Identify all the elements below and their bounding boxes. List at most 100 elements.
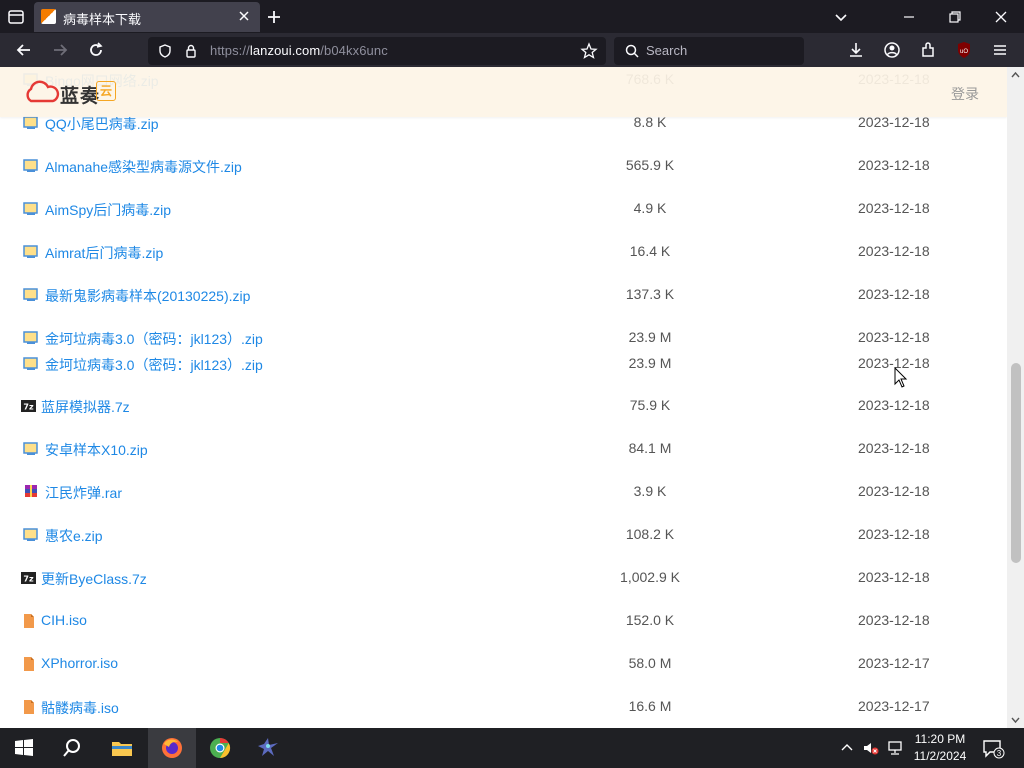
active-tab[interactable]: 病毒样本下载 (34, 2, 260, 32)
file-size: 108.2 K (625, 526, 675, 542)
file-size: 23.9 M (628, 355, 672, 371)
app-bird-icon[interactable] (256, 736, 280, 760)
file-row: XPhorror.iso 58.0 M 2023-12-17 (0, 649, 1007, 679)
reload-icon[interactable] (86, 40, 106, 60)
file-name-link[interactable]: 蓝屏模拟器.7z (41, 397, 130, 417)
file-name-link[interactable]: QQ小尾巴病毒.zip (45, 114, 159, 134)
file-name-link[interactable]: XPhorror.iso (41, 655, 118, 671)
back-icon[interactable] (14, 40, 34, 60)
browser-tab-bar: 病毒样本下载 (0, 0, 1024, 33)
file-row: Almanahe感染型病毒源文件.zip 565.9 K 2023-12-18 (0, 151, 1007, 181)
file-name-link[interactable]: 安卓样本X10.zip (45, 440, 148, 460)
zip-file-icon (23, 116, 38, 129)
file-name-link[interactable]: Aimrat后门病毒.zip (45, 243, 163, 263)
tab-list-icon[interactable] (6, 7, 26, 27)
file-name-link[interactable]: 金坷垃病毒3.0（密码：jkl123）.zip (45, 355, 263, 375)
scroll-thumb[interactable] (1011, 363, 1021, 563)
chrome-icon[interactable] (208, 736, 232, 760)
taskbar-search-icon[interactable] (60, 736, 84, 760)
mouse-cursor-icon (894, 367, 908, 388)
search-bar[interactable]: Search (614, 37, 804, 65)
file-name-link[interactable]: 金坷垃病毒3.0（密码：jkl123）.zip (45, 329, 263, 349)
login-link[interactable]: 登录 (951, 84, 979, 104)
url-bar[interactable]: https://lanzoui.com/b04kx6unc (148, 37, 606, 65)
file-row: 7z 更新ByeClass.7z 1,002.9 K 2023-12-18 (0, 563, 1007, 593)
page-scrollbar[interactable] (1007, 67, 1024, 728)
file-name-link[interactable]: AimSpy后门病毒.zip (45, 200, 171, 220)
tray-time[interactable]: 11:20 PM (912, 732, 968, 746)
site-logo-text[interactable]: 蓝奏 (60, 81, 100, 108)
zip-file-icon (23, 245, 38, 258)
tracking-protection-icon[interactable] (157, 43, 173, 59)
show-hidden-icons-icon[interactable] (840, 742, 854, 752)
scroll-down-icon[interactable] (1011, 717, 1020, 724)
scroll-up-icon[interactable] (1011, 71, 1020, 78)
volume-muted-icon[interactable] (862, 740, 880, 756)
file-name-link[interactable]: 惠农e.zip (45, 526, 103, 546)
network-icon[interactable] (886, 740, 904, 756)
ublock-origin-icon[interactable]: uO (954, 40, 974, 60)
app-menu-icon[interactable] (990, 40, 1010, 60)
zip-file-icon (23, 442, 38, 455)
url-text[interactable]: https://lanzoui.com/b04kx6unc (210, 43, 388, 58)
lock-icon[interactable] (183, 43, 199, 59)
file-date: 2023-12-18 (858, 329, 930, 345)
file-name-link[interactable]: 最新鬼影病毒样本(20130225).zip (45, 286, 250, 306)
notifications-icon[interactable]: 3 (982, 739, 1006, 759)
url-path: /b04kx6unc (320, 43, 388, 58)
windows-taskbar: 11:20 PM 11/2/2024 3 (0, 728, 1024, 768)
file-size: 58.0 M (628, 655, 672, 671)
file-date: 2023-12-18 (858, 157, 930, 173)
file-row: 安卓样本X10.zip 84.1 M 2023-12-18 (0, 434, 1007, 464)
zip-file-icon (23, 331, 38, 344)
file-date: 2023-12-17 (858, 698, 930, 714)
file-row: 江民炸弹.rar 3.9 K 2023-12-18 (0, 477, 1007, 507)
close-tab-icon[interactable] (236, 8, 252, 24)
zip-file-icon (23, 288, 38, 301)
restore-icon[interactable] (946, 8, 964, 26)
file-row: AimSpy后门病毒.zip 4.9 K 2023-12-18 (0, 194, 1007, 224)
svg-text:uO: uO (960, 49, 968, 55)
downloads-icon[interactable] (846, 40, 866, 60)
iso-file-icon (24, 614, 34, 628)
firefox-icon[interactable] (160, 736, 184, 760)
7z-file-icon: 7z (21, 400, 36, 412)
close-window-icon[interactable] (992, 8, 1010, 26)
zip-file-icon (23, 202, 38, 215)
svg-text:7z: 7z (23, 575, 34, 584)
tab-title: 病毒样本下载 (63, 12, 142, 27)
file-row: 7z 蓝屏模拟器.7z 75.9 K 2023-12-18 (0, 391, 1007, 421)
extensions-icon[interactable] (918, 40, 938, 60)
windows-start-icon[interactable] (12, 736, 36, 760)
cloud-logo-icon[interactable] (22, 80, 60, 104)
file-row: CIH.iso 152.0 K 2023-12-18 (0, 606, 1007, 636)
file-name-link[interactable]: 骷髅病毒.iso (41, 698, 119, 718)
file-size: 1,002.9 K (620, 569, 680, 585)
file-size: 16.6 M (628, 698, 672, 714)
file-size: 84.1 M (628, 440, 672, 456)
file-size: 3.9 K (633, 483, 667, 499)
minimize-icon[interactable] (900, 8, 918, 26)
svg-text:7z: 7z (23, 403, 34, 412)
file-name-link[interactable]: CIH.iso (41, 612, 87, 628)
file-size: 565.9 K (625, 157, 675, 173)
7z-file-icon: 7z (21, 572, 36, 584)
file-date: 2023-12-18 (858, 612, 930, 628)
url-domain: lanzoui.com (249, 43, 321, 58)
account-icon[interactable] (882, 40, 902, 60)
zip-file-icon (23, 159, 38, 172)
file-explorer-icon[interactable] (110, 736, 134, 760)
file-name-link[interactable]: Almanahe感染型病毒源文件.zip (45, 157, 242, 177)
file-row: 金坷垃病毒3.0（密码：jkl123）.zip 23.9 M 2023-12-18 (0, 349, 1007, 379)
file-size: 4.9 K (633, 200, 667, 216)
tray-date[interactable]: 11/2/2024 (912, 749, 968, 763)
web-page: Bingo网口网络.zip768.6 K2023-12-18QQ小尾巴病毒.zi… (0, 67, 1007, 728)
file-date: 2023-12-18 (858, 243, 930, 259)
file-name-link[interactable]: 更新ByeClass.7z (41, 569, 147, 589)
url-scheme: https:// (210, 43, 250, 58)
bookmark-star-icon[interactable] (580, 42, 598, 60)
file-name-link[interactable]: 江民炸弹.rar (45, 483, 122, 503)
forward-icon[interactable] (50, 40, 70, 60)
new-tab-icon[interactable] (265, 8, 283, 26)
list-all-tabs-icon[interactable] (832, 8, 850, 26)
